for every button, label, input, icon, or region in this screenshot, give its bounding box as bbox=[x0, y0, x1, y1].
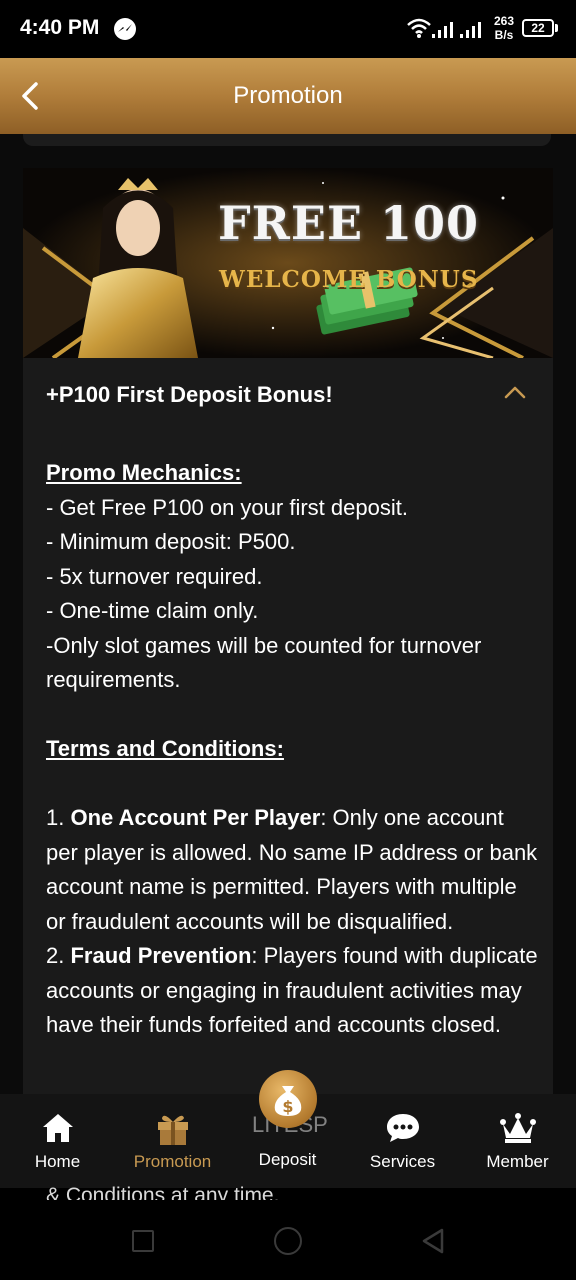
signal-icon bbox=[432, 22, 453, 38]
status-bar: 4:40 PM 263 B/s 22 bbox=[0, 0, 576, 58]
app-header: Promotion bbox=[0, 58, 576, 134]
mechanic-item: - One-time claim only. bbox=[46, 598, 259, 623]
net-speed: 263 B/s bbox=[493, 14, 515, 42]
nav-label: Services bbox=[369, 1152, 436, 1171]
home-icon bbox=[42, 1114, 73, 1142]
nav-label: Home bbox=[34, 1152, 81, 1171]
mechanics-heading: Promo Mechanics: bbox=[46, 460, 242, 485]
recents-button[interactable] bbox=[132, 1230, 154, 1252]
crown-icon bbox=[499, 1113, 536, 1143]
home-system-button[interactable] bbox=[274, 1227, 302, 1255]
system-navigation-bar bbox=[0, 1200, 576, 1280]
nav-label: Member bbox=[486, 1152, 549, 1171]
mechanic-item: - 5x turnover required. bbox=[46, 563, 263, 589]
chevron-up-icon[interactable] bbox=[503, 384, 527, 400]
battery-icon: 22 bbox=[522, 19, 554, 37]
battery-tip bbox=[555, 24, 558, 32]
term-item: 1. One Account Per Player: Only one acco… bbox=[46, 805, 538, 934]
terms-heading: Terms and Conditions: bbox=[46, 736, 284, 761]
promo-card: +P100 First Deposit Bonus! Promo Mechani… bbox=[23, 358, 553, 1094]
mechanic-item: -Only slot games will be counted for tur… bbox=[46, 632, 482, 693]
money-bag-icon: $ bbox=[274, 1086, 302, 1116]
term-title: Fraud Prevention bbox=[70, 943, 252, 968]
mechanic-item: - Get Free P100 on your first deposit. bbox=[46, 494, 408, 520]
banner-headline: FREE 100 bbox=[218, 196, 480, 250]
promo-banner[interactable]: FREE 100 WELCOME BONUS bbox=[23, 168, 553, 358]
term-item: 2. Fraud Prevention: Players found with … bbox=[46, 943, 538, 1037]
deposit-button[interactable]: $ bbox=[259, 1070, 317, 1128]
wifi-icon bbox=[407, 18, 431, 38]
nav-services[interactable]: Services bbox=[345, 1094, 460, 1188]
chat-support-icon bbox=[386, 1114, 419, 1142]
signal-icon-2 bbox=[460, 22, 481, 38]
promo-title[interactable]: +P100 First Deposit Bonus! bbox=[46, 382, 333, 408]
svg-text:$: $ bbox=[282, 1097, 293, 1116]
term-title: One Account Per Player bbox=[70, 805, 321, 830]
status-time: 4:40 PM bbox=[20, 16, 100, 39]
messenger-icon bbox=[114, 18, 136, 40]
previous-card-edge bbox=[23, 134, 551, 146]
back-system-button[interactable] bbox=[420, 1227, 446, 1255]
nav-member[interactable]: Member bbox=[460, 1094, 575, 1188]
nav-label: Deposit bbox=[258, 1150, 317, 1169]
nav-home[interactable]: Home bbox=[0, 1094, 115, 1188]
gift-icon bbox=[157, 1115, 188, 1145]
banner-subheadline: WELCOME BONUS bbox=[219, 266, 479, 293]
mechanic-item: - Minimum deposit: P500. bbox=[46, 529, 296, 554]
nav-promotion[interactable]: Promotion bbox=[115, 1094, 230, 1188]
content-area[interactable]: FREE 100 WELCOME BONUS +P100 First Depos… bbox=[0, 134, 576, 1094]
page-title: Promotion bbox=[233, 82, 343, 109]
promo-description: Promo Mechanics: - Get Free P100 on your… bbox=[46, 456, 538, 1043]
nav-label: Promotion bbox=[133, 1152, 212, 1171]
